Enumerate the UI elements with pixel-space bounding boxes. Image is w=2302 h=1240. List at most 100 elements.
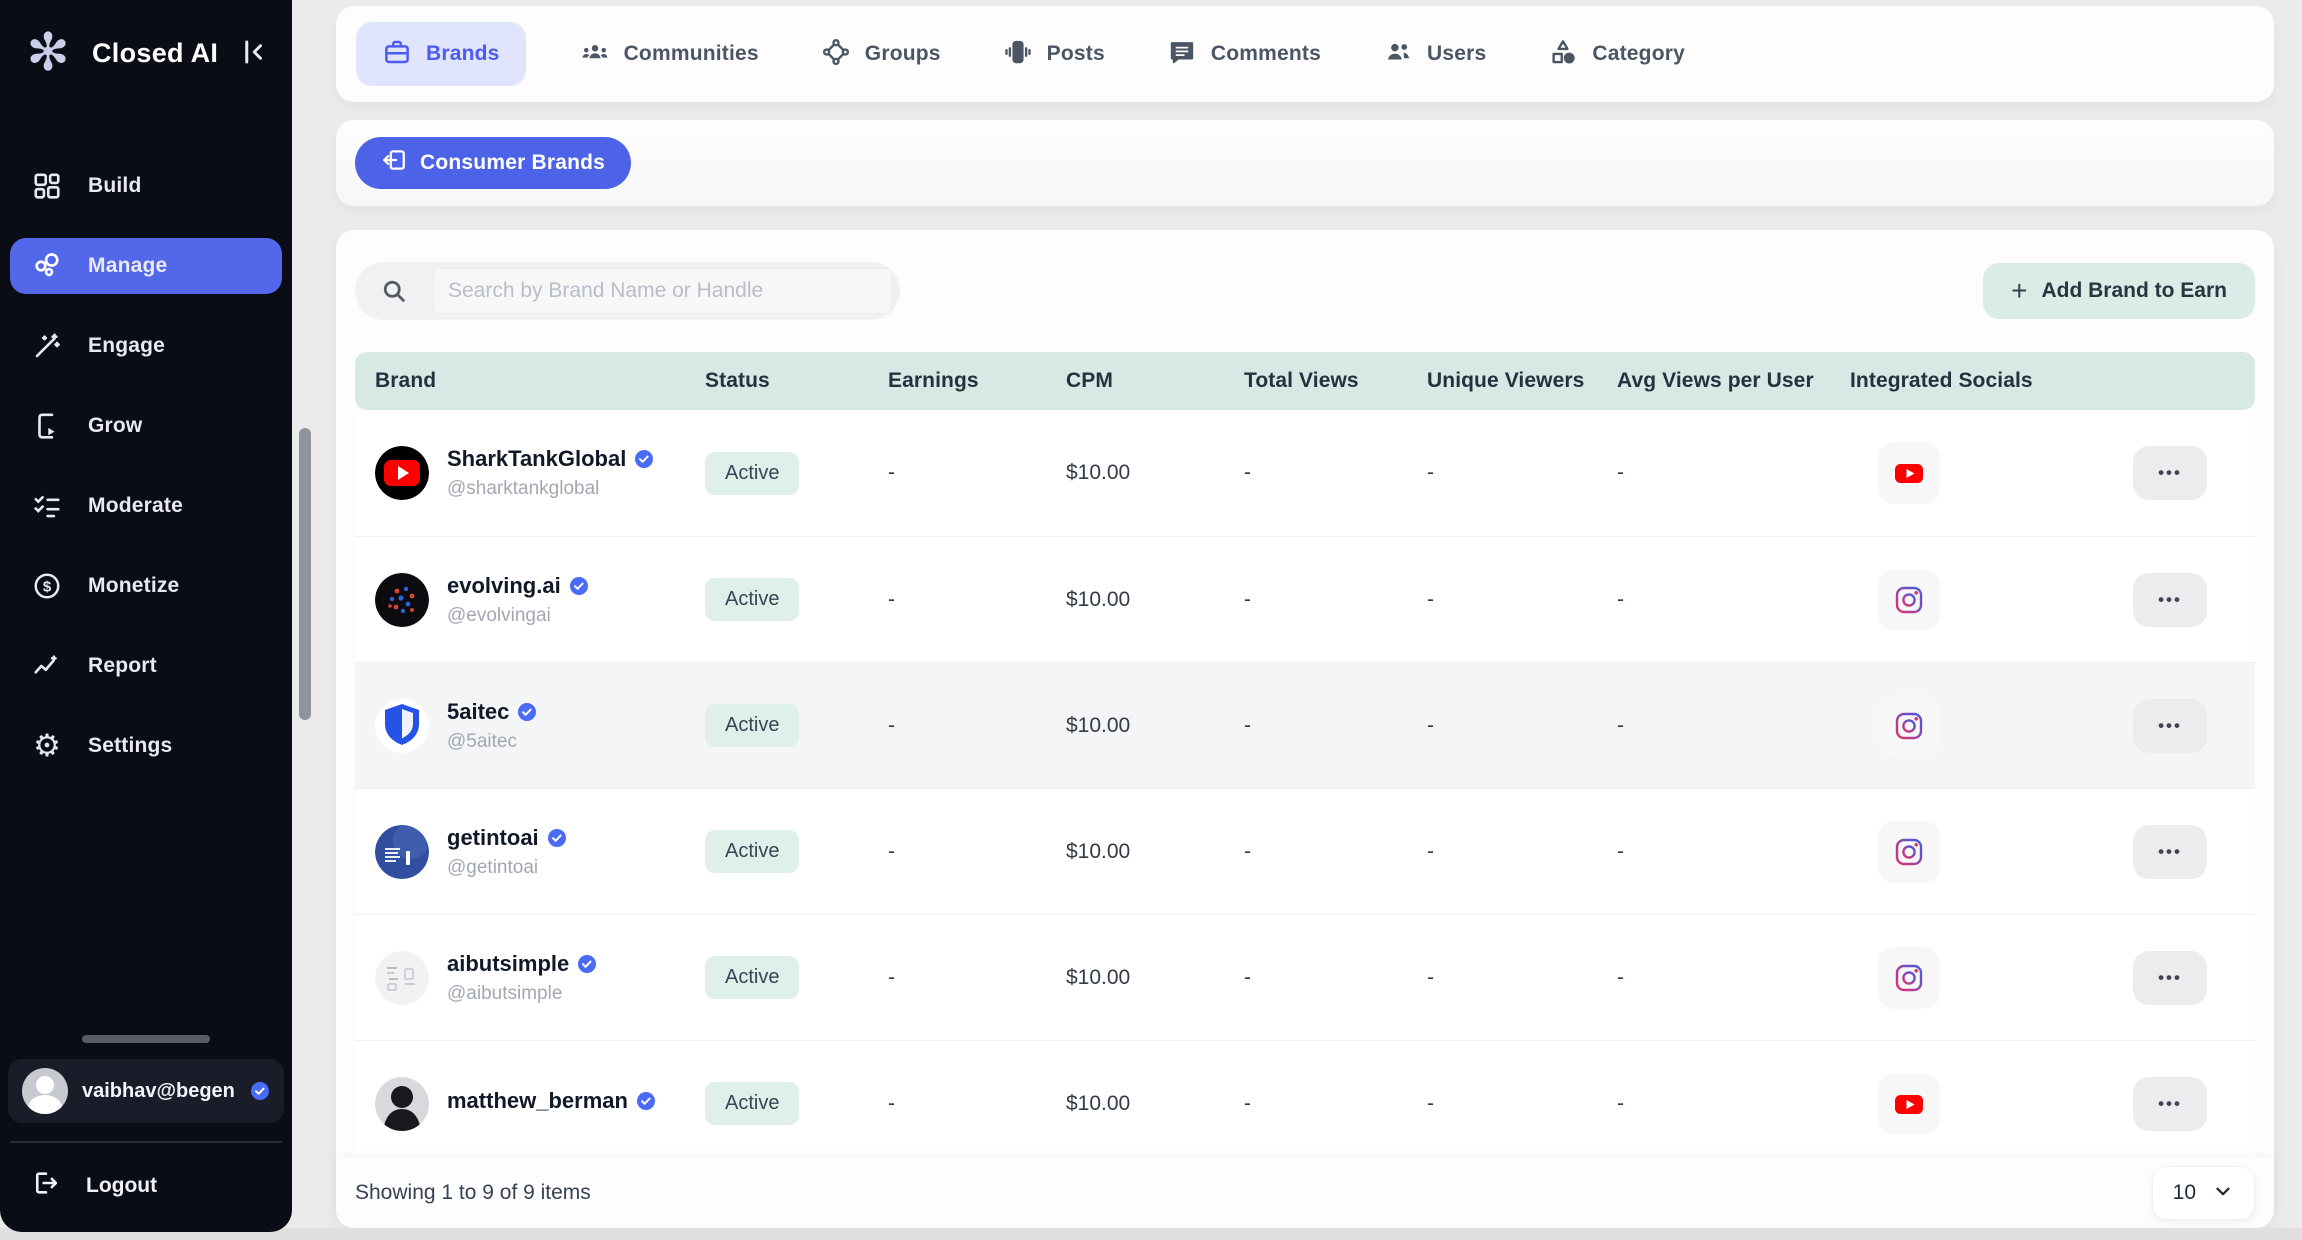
sidebar-collapse-icon[interactable]	[234, 33, 272, 74]
tab-users[interactable]: Users	[1375, 37, 1494, 72]
phone-icon	[1003, 37, 1033, 72]
row-menu-button[interactable]: •••	[2133, 951, 2207, 1005]
users-icon	[1383, 37, 1413, 72]
social-icon	[1878, 947, 1940, 1009]
tab-brands[interactable]: Brands	[356, 22, 526, 86]
sidebar-item-grow[interactable]: Grow	[10, 398, 282, 454]
total-views-value: -	[1244, 714, 1427, 738]
brands-panel: + Add Brand to Earn Brand Status Earning…	[336, 230, 2274, 1228]
logout-button[interactable]: Logout	[8, 1143, 284, 1216]
page-size-select[interactable]: 10	[2152, 1166, 2255, 1220]
tab-comments[interactable]: Comments	[1159, 37, 1329, 72]
chevron-down-icon	[2212, 1180, 2234, 1207]
table-row[interactable]: evolving.ai @evolvingai Active - $10.00 …	[355, 536, 2255, 662]
status-badge: Active	[705, 578, 799, 621]
table-row[interactable]: aibutsimple @aibutsimple Active - $10.00…	[355, 914, 2255, 1040]
dollar-icon: $	[30, 569, 64, 603]
sidebar-item-label: Moderate	[88, 494, 183, 518]
unique-viewers-value: -	[1427, 714, 1617, 738]
sidebar-item-label: Engage	[88, 334, 165, 358]
briefcase-icon	[382, 37, 412, 72]
status-badge: Active	[705, 704, 799, 747]
brand-name: aibutsimple	[447, 951, 569, 977]
unique-viewers-value: -	[1427, 1092, 1617, 1116]
sidebar-item-engage[interactable]: Engage	[10, 318, 282, 374]
table-row[interactable]: SharkTankGlobal @sharktankglobal Active …	[355, 410, 2255, 536]
avg-views-value: -	[1617, 1092, 1850, 1116]
table-row[interactable]: 5aitec @5aitec Active - $10.00 - - - •••	[355, 662, 2255, 788]
social-icon	[1878, 442, 1940, 504]
brand-avatar	[375, 573, 429, 627]
earnings-value: -	[888, 840, 1066, 864]
table-row[interactable]: getintoai @getintoai Active - $10.00 - -…	[355, 788, 2255, 914]
social-icon	[1878, 569, 1940, 631]
sidebar-item-build[interactable]: Build	[10, 158, 282, 214]
table-row[interactable]: matthew_berman Active - $10.00 - - - •••	[355, 1040, 2255, 1158]
sidebar-item-moderate[interactable]: Moderate	[10, 478, 282, 534]
column-header: Brand	[375, 369, 705, 393]
earnings-value: -	[888, 1092, 1066, 1116]
page-scrollbar[interactable]	[299, 428, 311, 720]
brand-name: matthew_berman	[447, 1088, 628, 1114]
consumer-brands-button[interactable]: Consumer Brands	[355, 137, 631, 189]
brand-handle: @sharktankglobal	[447, 478, 654, 500]
total-views-value: -	[1244, 1092, 1427, 1116]
sidebar-item-label: Grow	[88, 414, 142, 438]
brand-name: 5aitec	[447, 699, 509, 725]
brand-avatar	[375, 1077, 429, 1131]
nodes-icon	[30, 249, 64, 283]
avg-views-value: -	[1617, 714, 1850, 738]
cpm-value: $10.00	[1066, 840, 1244, 864]
row-menu-button[interactable]: •••	[2133, 825, 2207, 879]
row-menu-button[interactable]: •••	[2133, 1077, 2207, 1131]
user-email: vaibhav@begenu...	[82, 1080, 236, 1103]
total-views-value: -	[1244, 840, 1427, 864]
brand-handle: @evolvingai	[447, 605, 589, 627]
sidebar-drag-handle[interactable]	[82, 1035, 210, 1043]
sidebar-item-label: Report	[88, 654, 157, 678]
grid-icon	[30, 169, 64, 203]
tab-communities[interactable]: Communities	[572, 37, 767, 72]
avg-views-value: -	[1617, 840, 1850, 864]
brand-name: getintoai	[447, 825, 539, 851]
sidebar-nav: Build Manage Engage Grow Moderate	[0, 158, 292, 774]
top-tabs-bar: Brands Communities Groups Posts Comments…	[336, 6, 2274, 102]
earnings-value: -	[888, 461, 1066, 485]
sidebar-item-label: Manage	[88, 254, 167, 278]
column-header: Avg Views per User	[1617, 369, 1850, 393]
filter-panel: Consumer Brands	[336, 120, 2274, 206]
brand-name: SharkTankGlobal	[447, 446, 626, 472]
tab-groups[interactable]: Groups	[813, 37, 949, 72]
sidebar-item-label: Monetize	[88, 574, 179, 598]
total-views-value: -	[1244, 588, 1427, 612]
column-header: Earnings	[888, 369, 1066, 393]
sidebar-item-monetize[interactable]: $ Monetize	[10, 558, 282, 614]
brand-avatar	[375, 699, 429, 753]
add-brand-button[interactable]: + Add Brand to Earn	[1983, 263, 2255, 319]
user-avatar	[22, 1068, 68, 1114]
sidebar-item-settings[interactable]: ⚙ Settings	[10, 718, 282, 774]
plus-icon: +	[2011, 277, 2027, 305]
tab-category[interactable]: Category	[1540, 37, 1693, 72]
sidebar-item-manage[interactable]: Manage	[10, 238, 282, 294]
row-menu-button[interactable]: •••	[2133, 699, 2207, 753]
sidebar-item-report[interactable]: Report	[10, 638, 282, 694]
trend-icon	[30, 649, 64, 683]
tab-posts[interactable]: Posts	[995, 37, 1113, 72]
column-header: Integrated Socials	[1850, 369, 2065, 393]
unique-viewers-value: -	[1427, 966, 1617, 990]
status-badge: Active	[705, 452, 799, 495]
brand-avatar	[375, 446, 429, 500]
row-menu-button[interactable]: •••	[2133, 573, 2207, 627]
brand-avatar	[375, 825, 429, 879]
total-views-value: -	[1244, 461, 1427, 485]
people-icon	[580, 37, 610, 72]
cpm-value: $10.00	[1066, 588, 1244, 612]
shapes-icon	[1548, 37, 1578, 72]
search-bar	[355, 262, 900, 320]
verified-badge	[250, 1081, 270, 1101]
user-profile-card[interactable]: vaibhav@begenu...	[8, 1059, 284, 1123]
search-input[interactable]	[434, 279, 891, 303]
row-menu-button[interactable]: •••	[2133, 446, 2207, 500]
search-icon	[355, 277, 433, 305]
